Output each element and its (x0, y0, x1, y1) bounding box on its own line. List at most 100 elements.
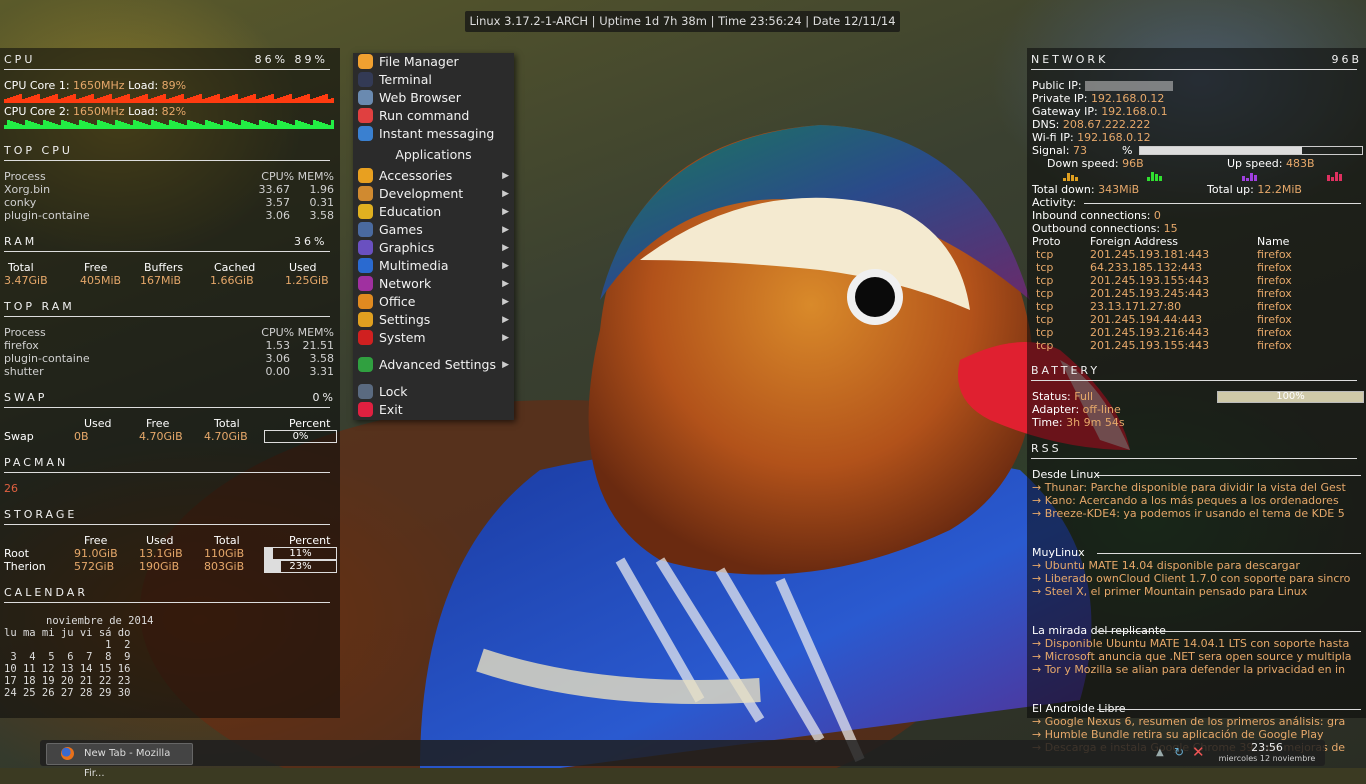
globe-icon (358, 90, 373, 105)
signal-bar-fill (1140, 147, 1303, 154)
graph-sample (1067, 173, 1070, 181)
rss-item-link[interactable]: → Tor y Mozilla se alian para defender l… (1032, 663, 1361, 676)
cpu-core1-line: CPU Core 1: 1650MHz Load: 89% (4, 79, 186, 92)
sync-tray-icon[interactable]: ↻ (1174, 745, 1184, 759)
folder-icon (358, 54, 373, 69)
up-speed: Up speed: 483B (1227, 157, 1315, 170)
rss-item-link[interactable]: → Liberado ownCloud Client 1.7.0 con sop… (1032, 572, 1361, 585)
rss-item-link[interactable]: → Ubuntu MATE 14.04 disponible para desc… (1032, 559, 1361, 572)
process-cpu: 0.00 (265, 365, 291, 378)
private-ip-label: Private IP: (1032, 92, 1088, 105)
submenu-arrow-icon: ▶ (502, 360, 509, 370)
menu-item-advanced-settings[interactable]: Advanced Settings ▶ (357, 356, 513, 374)
menu-item-label: Lock (379, 384, 408, 399)
menu-item-education[interactable]: Education ▶ (357, 203, 513, 221)
menu-item-label: Terminal (379, 72, 432, 87)
rss-item-link[interactable]: → Microsoft anuncia que .NET sera open s… (1032, 650, 1361, 663)
menu-item-graphics[interactable]: Graphics ▶ (357, 239, 513, 257)
menu-item-file-manager[interactable]: File Manager (357, 53, 513, 71)
taskbar-task-firefox[interactable]: New Tab - Mozilla Fir... (46, 743, 193, 779)
storage-header: Used (146, 534, 174, 547)
menu-item-lock[interactable]: Lock (357, 383, 513, 401)
cpu-core2-line: CPU Core 2: 1650MHz Load: 82% (4, 105, 186, 118)
signal-bar (1139, 146, 1363, 155)
top-ram-title: TOP RAM (4, 300, 330, 317)
connection-proto: tcp (1036, 261, 1054, 274)
menu-item-exit[interactable]: Exit (357, 401, 513, 419)
storage-percent-label: 23% (289, 561, 312, 572)
menu-item-office[interactable]: Office ▶ (357, 293, 513, 311)
up-speed-label: Up speed: (1227, 157, 1283, 170)
submenu-arrow-icon: ▶ (502, 243, 509, 253)
menu-item-development[interactable]: Development ▶ (357, 185, 513, 203)
submenu-arrow-icon: ▶ (502, 315, 509, 325)
menu-item-label: Education (379, 204, 442, 219)
top-ram-title-text: TOP RAM (4, 300, 75, 313)
menu-item-system[interactable]: System ▶ (357, 329, 513, 347)
menu-item-run-command[interactable]: Run command (357, 107, 513, 125)
battery-percent: 100% (1276, 391, 1305, 402)
development-icon (358, 186, 373, 201)
battery-status: Status: Full (1032, 390, 1093, 403)
speed-graph (1063, 171, 1079, 181)
rss-item-link[interactable]: → Thunar: Parche disponible para dividir… (1032, 481, 1361, 494)
close-x-tray-icon[interactable]: ✕ (1192, 743, 1205, 761)
taskbar-clock[interactable]: 23:56 miercoles 12 noviembre (1212, 741, 1322, 764)
calendar-grid: noviembre de 2014 lu ma mi ju vi sá do 1 … (4, 615, 153, 699)
storage-total: 803GiB (204, 560, 245, 573)
process-name: plugin-containe (4, 352, 90, 365)
ram-header: Buffers (144, 261, 184, 274)
process-mem: 0.31 (309, 196, 335, 209)
calendar-week: 1 2 (4, 639, 131, 651)
system-icon (358, 330, 373, 345)
graph-sample (1246, 178, 1249, 181)
rss-item-link[interactable]: → Kano: Acercando a los más peques a los… (1032, 494, 1361, 507)
menu-item-web-browser[interactable]: Web Browser (357, 89, 513, 107)
rss-item-link[interactable]: → Google Nexus 6, resumen de los primero… (1032, 715, 1361, 728)
rss-item-link[interactable]: → Steel X, el primer Mountain pensado pa… (1032, 585, 1361, 598)
menu-item-settings[interactable]: Settings ▶ (357, 311, 513, 329)
menu-item-instant-messaging[interactable]: Instant messaging (357, 125, 513, 143)
ram-title: RAM (4, 235, 38, 248)
process-cpu: 33.67 (258, 183, 291, 196)
submenu-arrow-icon: ▶ (502, 333, 509, 343)
settings-icon (358, 312, 373, 327)
network-speed: 96B (1331, 53, 1362, 66)
process-name: Xorg.bin (4, 183, 51, 196)
signal-label: Signal: (1032, 144, 1070, 157)
process-mem: 3.58 (309, 209, 335, 222)
connection-proto: tcp (1036, 248, 1054, 261)
up-speed-value: 483B (1285, 157, 1315, 170)
games-icon (358, 222, 373, 237)
swap-header: Percent (289, 417, 331, 430)
battery-status-value: Full (1074, 390, 1094, 403)
public-ip-redacted (1085, 81, 1174, 91)
process-mem: 3.58 (309, 352, 335, 365)
storage-title: STORAGE (4, 508, 78, 521)
rss-item-link[interactable]: → Breeze-KDE4: ya podemos ir usando el t… (1032, 507, 1361, 520)
rss-item-link[interactable]: → Disponible Ubuntu MATE 14.04.1 LTS con… (1032, 637, 1361, 650)
menu-item-accessories[interactable]: Accessories ▶ (357, 167, 513, 185)
pacman-title: PACMAN (4, 456, 69, 469)
connection-proto: tcp (1036, 274, 1054, 287)
graph-sample (1242, 176, 1245, 181)
process-mem: 21.51 (302, 339, 335, 352)
graph-sample (1071, 175, 1074, 181)
submenu-arrow-icon: ▶ (502, 297, 509, 307)
menu-item-network[interactable]: Network ▶ (357, 275, 513, 293)
lock-icon (358, 384, 373, 399)
signal: Signal: 73 (1032, 144, 1087, 157)
battery-adapter-value: off-line (1082, 403, 1121, 416)
connection-address: 23.13.171.27:80 (1090, 300, 1182, 313)
menu-item-terminal[interactable]: Terminal (357, 71, 513, 89)
cpu-core2-graph (4, 120, 335, 129)
clock-date: miercoles 12 noviembre (1218, 754, 1316, 763)
storage-used: 190GiB (139, 560, 180, 573)
taskbar: New Tab - Mozilla Fir... ▲ ↻ ✕ 23:56 mie… (40, 740, 1325, 779)
user-chat-icon (358, 126, 373, 141)
cpu-title: CPU (4, 53, 36, 66)
menu-item-games[interactable]: Games ▶ (357, 221, 513, 239)
menu-item-label: Run command (379, 108, 470, 123)
menu-item-multimedia[interactable]: Multimedia ▶ (357, 257, 513, 275)
network-tray-icon[interactable]: ▲ (1156, 747, 1164, 758)
